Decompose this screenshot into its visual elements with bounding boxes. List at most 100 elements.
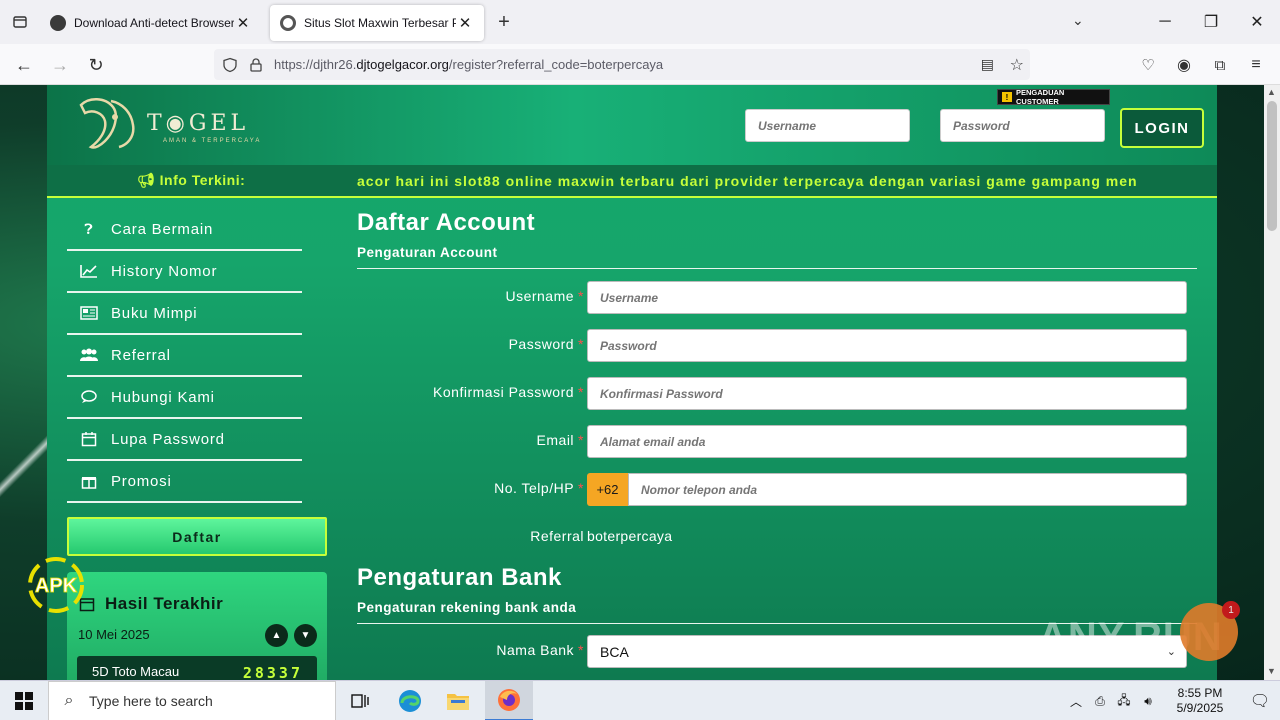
sidebar-item-label: Promosi <box>111 472 172 490</box>
forward-icon[interactable]: → <box>47 52 73 78</box>
shield-icon[interactable] <box>222 57 238 73</box>
url-text: https://djthr26.djtogelgacor.org/registe… <box>274 57 663 72</box>
scroll-down-icon[interactable]: ▼ <box>1267 666 1276 676</box>
sidebar-item-hubungi-kami[interactable]: Hubungi Kami <box>67 377 302 419</box>
clock-date: 5/9/2025 <box>1176 701 1224 715</box>
required-mark: * <box>578 336 584 352</box>
sidebar-item-cara-bermain[interactable]: ❓︎ Cara Bermain <box>67 209 302 251</box>
extensions-icon[interactable]: ⧉ <box>1207 52 1233 78</box>
required-mark: * <box>578 384 584 400</box>
file-explorer-icon[interactable] <box>434 681 482 720</box>
form-subtitle: Pengaturan Account <box>357 245 1197 269</box>
phone-row: No. Telp/HP * +62 <box>357 473 1197 506</box>
live-chat-button[interactable]: 1 <box>1180 601 1240 661</box>
phone-input[interactable] <box>628 473 1187 506</box>
close-tab-icon[interactable]: ✕ <box>234 14 252 32</box>
browser-nav-bar: ← → ↻ https://djthr26.djtogelgacor.org/r… <box>0 44 1280 85</box>
email-input[interactable] <box>587 425 1187 458</box>
bank-name-selected: BCA <box>600 643 629 660</box>
url-domain: djtogelgacor.org <box>356 57 449 72</box>
address-bar[interactable]: https://djthr26.djtogelgacor.org/registe… <box>214 49 1030 80</box>
windows-taskbar: ⌕ Type here to search ︿ ⎙ 🖧︎ 🔊︎ 8:55 PM … <box>0 680 1280 720</box>
back-icon[interactable]: ← <box>11 52 37 78</box>
sidebar-item-referral[interactable]: Referral <box>67 335 302 377</box>
tab-title: Situs Slot Maxwin Terbesar Palin <box>304 16 456 30</box>
minimize-icon[interactable]: ─ <box>1142 0 1188 44</box>
start-button[interactable] <box>0 681 48 720</box>
header-username-input[interactable] <box>745 109 910 142</box>
login-button[interactable]: LOGIN <box>1120 108 1204 148</box>
users-icon <box>67 348 111 362</box>
menu-icon[interactable]: ≡ <box>1243 52 1269 78</box>
username-label-text: Username <box>505 288 575 304</box>
reader-view-icon[interactable]: ▤ <box>981 56 994 73</box>
volume-icon[interactable]: 🔊︎ <box>1136 694 1160 709</box>
header-password-input[interactable] <box>940 109 1105 142</box>
sidebar-item-history-nomor[interactable]: History Nomor <box>67 251 302 293</box>
edge-icon[interactable] <box>386 681 434 720</box>
chevron-up-icon[interactable]: ▲ <box>265 624 288 647</box>
bank-name-label: Nama Bank * <box>496 642 584 658</box>
email-row: Email * <box>357 425 1197 458</box>
anti-detect-favicon-icon <box>50 15 66 31</box>
hasil-title: Hasil Terakhir <box>105 594 224 613</box>
daftar-button[interactable]: Daftar <box>67 517 327 556</box>
notifications-icon[interactable]: 🗨︎ <box>1240 691 1280 711</box>
network-drive-icon[interactable]: ⎙ <box>1088 694 1112 709</box>
confirm-password-input[interactable] <box>587 377 1187 410</box>
line-chart-icon <box>67 264 111 278</box>
tray-chevron-up-icon[interactable]: ︿ <box>1064 693 1088 710</box>
tab-list-button[interactable] <box>0 0 40 44</box>
sidebar-item-promosi[interactable]: Promosi <box>67 461 302 503</box>
alert-icon: ! <box>1002 92 1012 102</box>
clock-time: 8:55 PM <box>1177 686 1223 700</box>
password-input[interactable] <box>587 329 1187 362</box>
bookmark-star-icon[interactable]: ☆ <box>1010 55 1024 75</box>
confirm-password-label: Konfirmasi Password * <box>433 384 584 400</box>
apk-download-badge[interactable]: APK <box>22 555 90 615</box>
clock[interactable]: 8:55 PM 5/9/2025 <box>1160 686 1240 716</box>
chevron-down-icon[interactable]: ▼ <box>294 624 317 647</box>
new-tab-button[interactable]: + <box>484 11 524 34</box>
complaint-label: PENGADUAN CUSTOMER <box>1015 88 1065 106</box>
account-icon[interactable]: ◉ <box>1171 52 1197 78</box>
phone-label: No. Telp/HP * <box>494 480 584 496</box>
scrollbar-thumb[interactable] <box>1267 101 1277 231</box>
page-scrollbar[interactable]: ▲ ▼ <box>1264 85 1280 680</box>
tab-situs-slot[interactable]: Situs Slot Maxwin Terbesar Palin ✕ <box>270 5 484 41</box>
complaint-button[interactable]: ! PENGADUAN CUSTOMER <box>997 88 1110 106</box>
username-label: Username * <box>505 288 584 304</box>
sidebar-item-label: History Nomor <box>111 262 218 280</box>
system-tray: ︿ ⎙ 🖧︎ 🔊︎ 8:55 PM 5/9/2025 🗨︎ <box>1064 681 1280 720</box>
dragon-logo-icon <box>79 98 135 149</box>
close-window-icon[interactable]: ✕ <box>1234 0 1280 44</box>
lock-icon[interactable] <box>248 57 264 73</box>
country-code-prefix: +62 <box>587 473 628 506</box>
reload-icon[interactable]: ↻ <box>83 52 109 78</box>
close-tab-icon[interactable]: ✕ <box>456 14 474 32</box>
referral-label: Referral <box>530 528 584 544</box>
sidebar-item-label: Referral <box>111 346 171 364</box>
site-logo[interactable]: T◉GEL AMAN & TERPERCAYA <box>75 91 265 155</box>
url-prefix: https://djthr26. <box>274 57 357 72</box>
sidebar-item-lupa-password[interactable]: Lupa Password <box>67 419 302 461</box>
scroll-up-icon[interactable]: ▲ <box>1267 87 1276 97</box>
hasil-row-name: 5D Toto Macau <box>92 664 180 679</box>
tab-anti-detect[interactable]: Download Anti-detect Browser ✕ <box>40 5 262 41</box>
taskbar-search[interactable]: ⌕ Type here to search <box>48 681 336 720</box>
firefox-icon[interactable] <box>485 681 533 720</box>
pocket-icon[interactable]: ♡ <box>1135 52 1161 78</box>
username-input[interactable] <box>587 281 1187 314</box>
tab-list-icon <box>13 16 27 28</box>
network-icon[interactable]: 🖧︎ <box>1112 691 1136 712</box>
task-view-icon[interactable] <box>336 681 384 720</box>
restore-icon[interactable]: ❐ <box>1188 0 1234 44</box>
logo-tagline: AMAN & TERPERCAYA <box>163 138 262 144</box>
phone-label-text: No. Telp/HP <box>494 480 575 496</box>
required-mark: * <box>578 480 584 496</box>
sidebar-item-buku-mimpi[interactable]: Buku Mimpi <box>67 293 302 335</box>
list-all-tabs-icon[interactable]: ⌄ <box>1072 12 1084 29</box>
username-row: Username * <box>357 281 1197 314</box>
referral-value: boterpercaya <box>587 528 673 544</box>
register-form: Daftar Account Pengaturan Account Userna… <box>357 209 1197 668</box>
